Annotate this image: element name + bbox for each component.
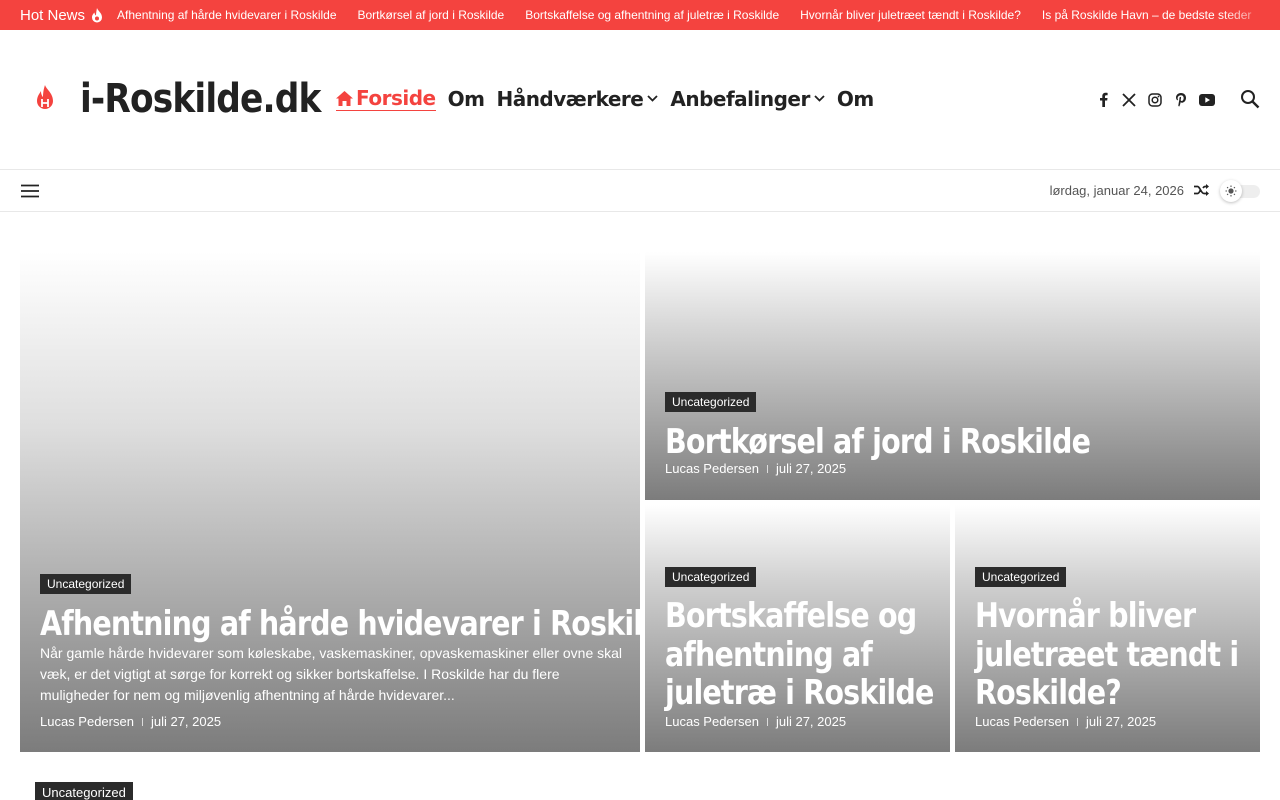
nav-item-om-2[interactable]: Om (837, 87, 874, 111)
fire-icon (92, 7, 103, 22)
post-author[interactable]: Lucas Pedersen (40, 714, 134, 729)
current-date: lørdag, januar 24, 2026 (1049, 183, 1184, 198)
post-title-line: Roskilde? (975, 673, 1122, 713)
meta-separator (766, 464, 768, 473)
ticker-fade (1220, 0, 1280, 30)
hot-news-label-text: Hot News (20, 6, 86, 24)
post-title-line: juletræ i Roskilde (665, 673, 934, 713)
chevron-down-icon (814, 95, 825, 102)
post-date: juli 27, 2025 (1085, 714, 1157, 729)
menu-icon[interactable] (21, 184, 39, 203)
search-icon[interactable] (1240, 89, 1260, 114)
post-date: juli 27, 2025 (150, 714, 222, 729)
hot-news-bar: Hot News Afhentning af hårde hvidevarer … (0, 0, 1280, 30)
post-title[interactable]: Afhentning af hårde hvidevarer i Roskild… (40, 604, 640, 644)
hot-news-link[interactable]: Bortskaffelse og afhentning af juletræ i… (525, 8, 779, 22)
nav-label: Håndværkere (496, 86, 644, 111)
post-title-line: Hvornår bliver (975, 596, 1196, 636)
category-badge[interactable]: Uncategorized (35, 782, 133, 800)
dark-mode-toggle[interactable] (1220, 180, 1260, 202)
post-meta: Lucas Pedersen juli 27, 2025 (665, 461, 846, 476)
hot-news-ticker: Afhentning af hårde hvidevarer i Roskild… (117, 8, 1272, 22)
category-badge[interactable]: Uncategorized (665, 567, 757, 587)
post-card[interactable]: Uncategorized Bortskaffelse og afhentnin… (645, 505, 950, 752)
nav-label: Anbefalinger (670, 86, 810, 111)
meta-separator (141, 717, 143, 726)
category-badge[interactable]: Uncategorized (40, 574, 132, 594)
post-author[interactable]: Lucas Pedersen (975, 714, 1069, 729)
post-author[interactable]: Lucas Pedersen (665, 714, 759, 729)
pinterest-icon[interactable] (1168, 92, 1194, 107)
post-meta: Lucas Pedersen juli 27, 2025 (975, 714, 1156, 729)
main-nav: Forside Om Håndværkere Anbefalinger Om (336, 86, 886, 111)
category-badge[interactable]: Uncategorized (975, 567, 1067, 587)
facebook-icon[interactable] (1090, 92, 1116, 107)
hot-news-link[interactable]: Afhentning af hårde hvidevarer i Roskild… (117, 8, 336, 22)
post-date: juli 27, 2025 (775, 714, 847, 729)
x-twitter-icon[interactable] (1116, 92, 1142, 107)
youtube-icon[interactable] (1194, 93, 1220, 106)
post-author[interactable]: Lucas Pedersen (665, 461, 759, 476)
meta-separator (1076, 717, 1078, 726)
post-title-line: juletræet tændt i (975, 634, 1239, 675)
featured-post-card[interactable]: Uncategorized Afhentning af hårde hvidev… (20, 252, 640, 752)
hot-news-label: Hot News (20, 7, 103, 24)
instagram-icon[interactable] (1142, 92, 1168, 107)
home-icon (336, 90, 353, 106)
hot-news-link[interactable]: Bortkørsel af jord i Roskilde (358, 8, 505, 22)
post-meta: Lucas Pedersen juli 27, 2025 (665, 714, 846, 729)
nav-item-om[interactable]: Om (448, 87, 485, 111)
hot-news-link[interactable]: Hvornår bliver juletræet tændt i Roskild… (800, 8, 1021, 22)
site-title[interactable]: i-Roskilde.dk (80, 76, 321, 122)
post-title-line: afhentning af (665, 634, 873, 675)
post-title[interactable]: Hvornår bliver juletræet tændt i Roskild… (975, 596, 1239, 713)
meta-separator (766, 717, 768, 726)
post-date: juli 27, 2025 (775, 461, 847, 476)
site-header: i-Roskilde.dk Forside Om Håndværkere Anb… (0, 30, 1280, 170)
nav-label: Forside (356, 86, 436, 110)
nav-label: Om (447, 86, 485, 111)
nav-item-haandvaerkere[interactable]: Håndværkere (496, 87, 658, 111)
nav-item-forside[interactable]: Forside (336, 86, 436, 111)
post-card[interactable]: Uncategorized Bortkørsel af jord i Roski… (645, 252, 1260, 500)
sub-bar: lørdag, januar 24, 2026 (0, 171, 1280, 212)
logo-icon[interactable] (33, 85, 57, 120)
post-title[interactable]: Bortkørsel af jord i Roskilde (665, 422, 1091, 462)
post-excerpt: Når gamle hårde hvidevarer som køleskabe… (40, 645, 623, 703)
social-links (1090, 92, 1220, 107)
post-card[interactable]: Uncategorized Hvornår bliver juletræet t… (955, 505, 1260, 752)
chevron-down-icon (647, 95, 658, 102)
post-title[interactable]: Bortskaffelse og afhentning af juletræ i… (665, 597, 934, 713)
nav-label: Om (836, 86, 874, 111)
post-title-line: Bortskaffelse og (665, 596, 917, 636)
post-meta: Lucas Pedersen juli 27, 2025 (40, 714, 221, 729)
category-badge[interactable]: Uncategorized (665, 392, 757, 412)
shuffle-icon[interactable] (1194, 183, 1210, 202)
nav-item-anbefalinger[interactable]: Anbefalinger (670, 87, 825, 111)
sun-icon (1220, 180, 1242, 202)
